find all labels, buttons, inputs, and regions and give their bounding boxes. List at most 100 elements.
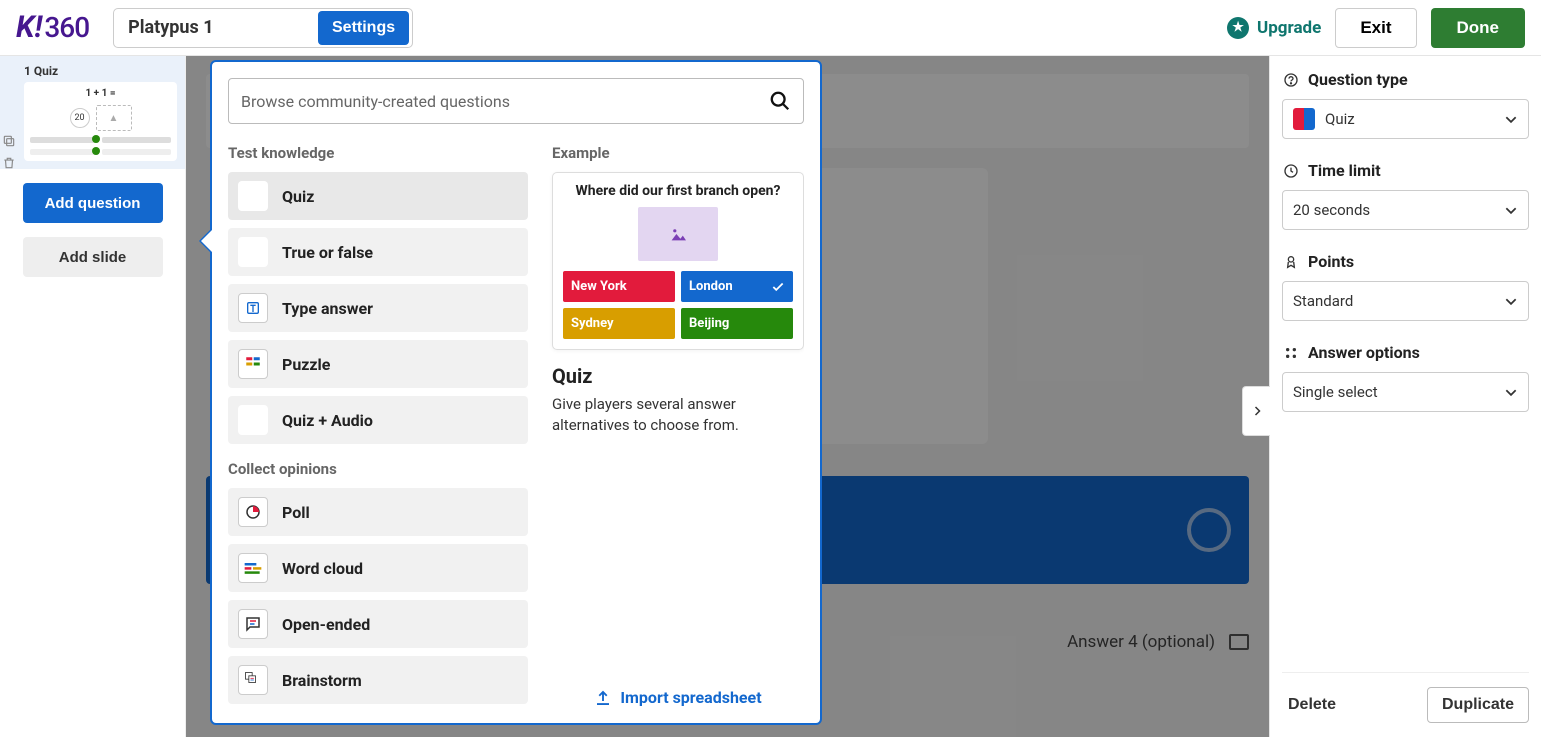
slide-side-icons xyxy=(2,134,16,170)
points-select[interactable]: Standard xyxy=(1282,281,1529,321)
poll-icon xyxy=(238,497,268,527)
kahoot-title: Platypus 1 xyxy=(128,17,303,38)
time-limit-group: Time limit 20 seconds xyxy=(1282,161,1529,230)
points-icon xyxy=(1282,254,1300,270)
duplicate-question-button[interactable]: Duplicate xyxy=(1427,687,1529,723)
example-answer-1: New York xyxy=(563,271,675,302)
topbar-right: ★ Upgrade Exit Done xyxy=(1227,8,1525,48)
puzzle-icon xyxy=(238,349,268,379)
delete-slide-icon[interactable] xyxy=(2,156,16,170)
example-header: Example xyxy=(552,144,804,162)
time-limit-value: 20 seconds xyxy=(1293,201,1370,219)
word-cloud-icon xyxy=(238,553,268,583)
collapse-right-panel-button[interactable] xyxy=(1242,386,1270,436)
qtype-label: Poll xyxy=(282,503,310,522)
star-icon: ★ xyxy=(1227,17,1249,39)
points-group: Points Standard xyxy=(1282,252,1529,321)
clock-icon xyxy=(1282,163,1300,179)
thumb-row: 20 ▲ xyxy=(30,105,171,131)
qtype-label: True or false xyxy=(282,243,373,262)
question-type-icon xyxy=(1282,72,1300,88)
points-value: Standard xyxy=(1293,292,1353,310)
qtype-label: Quiz + Audio xyxy=(282,411,373,430)
qtype-type-answer[interactable]: Type answer xyxy=(228,284,528,332)
add-slide-button[interactable]: Add slide xyxy=(23,237,163,277)
question-type-select[interactable]: Quiz xyxy=(1282,99,1529,139)
logo-suffix: 360 xyxy=(44,11,89,44)
test-knowledge-header: Test knowledge xyxy=(228,144,528,162)
import-spreadsheet-link[interactable]: Import spreadsheet xyxy=(552,674,804,707)
upgrade-link[interactable]: ★ Upgrade xyxy=(1227,17,1321,39)
qtype-label: Type answer xyxy=(282,299,373,318)
example-image-placeholder-icon xyxy=(638,207,718,261)
time-limit-select[interactable]: 20 seconds xyxy=(1282,190,1529,230)
slide-label: 1 Quiz xyxy=(24,64,177,78)
qtype-label: Open-ended xyxy=(282,615,370,634)
popover-arrow xyxy=(201,230,212,252)
question-search-input[interactable]: Browse community-created questions xyxy=(228,78,804,124)
settings-button[interactable]: Settings xyxy=(318,11,409,45)
answer-options-label: Answer options xyxy=(1282,343,1529,362)
qtype-label: Word cloud xyxy=(282,559,363,578)
thumb-answers-row2 xyxy=(30,149,171,155)
audio-icon xyxy=(238,405,268,435)
qtype-puzzle[interactable]: Puzzle xyxy=(228,340,528,388)
question-types-column: Test knowledge Quiz True or false Type a… xyxy=(228,138,528,707)
right-panel: Question type Quiz Time limit 20 s xyxy=(1269,56,1541,737)
question-type-label: Question type xyxy=(1282,70,1529,89)
delete-question-button[interactable]: Delete xyxy=(1282,695,1342,715)
qtype-quiz-audio[interactable]: Quiz + Audio xyxy=(228,396,528,444)
qtype-label: Brainstorm xyxy=(282,671,362,690)
upload-icon xyxy=(594,689,612,707)
slide-thumbnail[interactable]: 1 + 1 = 20 ▲ xyxy=(24,82,177,161)
left-sidebar: 1 Quiz 1 + 1 = 20 ▲ xyxy=(0,56,186,737)
quiz-icon xyxy=(1293,108,1315,130)
question-type-value: Quiz xyxy=(1325,110,1355,128)
grid-icon xyxy=(1282,345,1300,361)
example-question: Where did our first branch open? xyxy=(563,183,793,199)
example-answer-3: Sydney xyxy=(563,308,675,339)
example-answer-4: Beijing xyxy=(681,308,793,339)
done-button[interactable]: Done xyxy=(1431,8,1526,48)
answer-options-select[interactable]: Single select xyxy=(1282,372,1529,412)
top-bar: K! 360 Platypus 1 Settings ★ Upgrade Exi… xyxy=(0,0,1541,56)
slide-thumbnail-area[interactable]: 1 Quiz 1 + 1 = 20 ▲ xyxy=(0,56,185,169)
right-panel-footer: Delete Duplicate xyxy=(1282,672,1529,723)
thumb-image-placeholder-icon: ▲ xyxy=(96,105,132,131)
brainstorm-icon xyxy=(238,665,268,695)
app-logo: K! 360 xyxy=(16,10,89,45)
example-answers: New York London Sydney Beijing xyxy=(563,271,793,339)
qtype-poll[interactable]: Poll xyxy=(228,488,528,536)
thumb-timer: 20 xyxy=(70,108,90,128)
example-column: Example Where did our first branch open?… xyxy=(552,138,804,707)
quiz-icon xyxy=(238,181,268,211)
qtype-label: Quiz xyxy=(282,187,314,206)
check-icon xyxy=(771,280,785,294)
type-answer-icon xyxy=(238,293,268,323)
thumb-answers xyxy=(30,137,171,143)
example-type-title: Quiz xyxy=(552,364,804,388)
search-placeholder: Browse community-created questions xyxy=(241,92,510,111)
answer-options-group: Answer options Single select xyxy=(1282,343,1529,412)
search-icon[interactable] xyxy=(769,90,791,112)
example-answer-2: London xyxy=(681,271,793,302)
kahoot-title-box[interactable]: Platypus 1 Settings xyxy=(113,8,413,48)
popover-columns: Test knowledge Quiz True or false Type a… xyxy=(228,138,804,707)
example-card: Where did our first branch open? New Yor… xyxy=(552,172,804,350)
exit-button[interactable]: Exit xyxy=(1335,8,1416,48)
chevron-down-icon xyxy=(1504,203,1518,217)
qtype-open-ended[interactable]: Open-ended xyxy=(228,600,528,648)
answer-options-value: Single select xyxy=(1293,383,1378,401)
question-type-group: Question type Quiz xyxy=(1282,70,1529,139)
qtype-quiz[interactable]: Quiz xyxy=(228,172,528,220)
thumb-question: 1 + 1 = xyxy=(30,88,171,99)
true-false-icon xyxy=(238,237,268,267)
open-ended-icon xyxy=(238,609,268,639)
chevron-down-icon xyxy=(1504,294,1518,308)
qtype-true-false[interactable]: True or false xyxy=(228,228,528,276)
add-question-popover: Browse community-created questions Test … xyxy=(210,60,822,725)
qtype-word-cloud[interactable]: Word cloud xyxy=(228,544,528,592)
duplicate-slide-icon[interactable] xyxy=(2,134,16,148)
qtype-brainstorm[interactable]: Brainstorm xyxy=(228,656,528,704)
add-question-button[interactable]: Add question xyxy=(23,183,163,223)
